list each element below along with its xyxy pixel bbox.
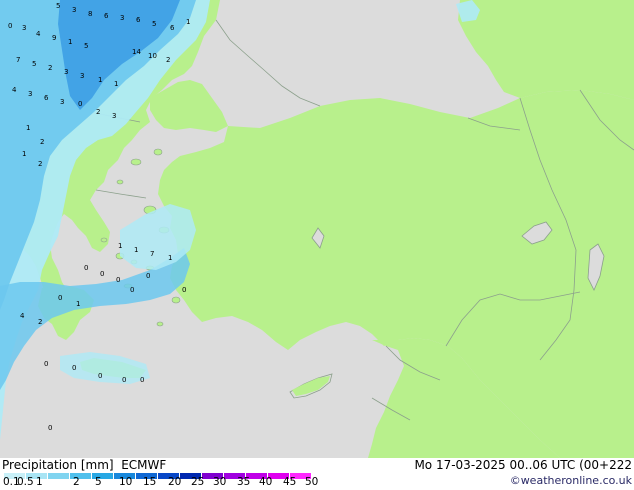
scale-tick-label: 20	[168, 476, 182, 488]
precip-value-label: 9	[52, 34, 56, 42]
precip-value-label: 0	[116, 276, 120, 284]
precip-value-label: 2	[48, 64, 52, 72]
precip-value-label: 3	[60, 98, 64, 106]
precip-value-label: 0	[78, 100, 82, 108]
weather-map-figure: 5 3 8 6 3 6 5 6 1 0 3 4 9 1 5 14 10 2 7 5 2 3 3 1 1 4 3 6 3 0 2 3 1 2 1 2 1 1…	[0, 0, 634, 490]
precip-value-label: 5	[56, 2, 60, 10]
precip-value-label: 0	[48, 424, 52, 432]
precip-value-label: 4	[20, 312, 25, 320]
scale-tick-label: 40	[259, 476, 273, 488]
precip-value-label: 5	[84, 42, 88, 50]
map-footer: Precipitation [mm] ECMWF Mo 17-03-2025 0…	[0, 458, 634, 490]
precip-value-label: 2	[96, 108, 100, 116]
scale-tick-label: 5	[95, 476, 102, 488]
precip-value-label: 0	[100, 270, 104, 278]
precip-value-label: 6	[44, 94, 49, 102]
precip-value-label: 2	[40, 138, 44, 146]
precip-value-label: 3	[112, 112, 116, 120]
precip-value-label: 3	[80, 72, 84, 80]
scale-tick-label: 45	[283, 476, 297, 488]
valid-time: Mo 17-03-2025 00..06 UTC (00+222	[414, 458, 632, 472]
scale-tick-label: 25	[191, 476, 205, 488]
precip-value-label: 1	[168, 254, 172, 262]
scale-tick-label: 30	[213, 476, 227, 488]
precipitation-map: 5 3 8 6 3 6 5 610 34 9 1 514 10 27 5 2 3 3 1 14 3 6 3 02 312121 1…	[0, 0, 634, 458]
scale-tick-label: 35	[237, 476, 251, 488]
precip-value-label: 0	[44, 360, 48, 368]
model-name: ECMWF	[121, 458, 167, 472]
precip-value-label: 3	[22, 24, 26, 32]
scale-tick-label: 0.5	[17, 476, 34, 488]
precip-value-label: 1	[26, 124, 30, 132]
precip-value-label: 1	[134, 246, 138, 254]
precip-value-label: 5	[32, 60, 36, 68]
precip-value-label: 1	[68, 38, 72, 46]
precip-value-label: 7	[16, 56, 20, 64]
precip-value-label: 6	[170, 24, 175, 32]
precip-value-label: 1	[118, 242, 122, 250]
scale-tick-label: 10	[119, 476, 133, 488]
precip-value-label: 2	[38, 160, 42, 168]
precip-value-label: 14	[132, 48, 141, 56]
title-text: Precipitation [mm]	[2, 458, 114, 472]
precip-value-label: 6	[136, 16, 141, 24]
precip-value-label: 2	[38, 318, 42, 326]
precip-value-label: 1	[98, 76, 102, 84]
precip-value-label: 1	[76, 300, 80, 308]
precip-value-label: 0	[140, 376, 144, 384]
precip-value-label: 8	[88, 10, 92, 18]
precip-value-label: 10	[148, 52, 157, 60]
precip-value-label: 0	[182, 286, 186, 294]
precip-value-label: 0	[58, 294, 62, 302]
precip-value-label: 1	[114, 80, 118, 88]
scale-tick-label: 2	[73, 476, 80, 488]
precip-value-label: 4	[12, 86, 17, 94]
precip-value-label: 1	[186, 18, 190, 26]
scale-tick-label: 1	[36, 476, 43, 488]
credit-link[interactable]: ©weatheronline.co.uk	[510, 474, 632, 488]
precip-value-label: 2	[166, 56, 170, 64]
scale-tick-label: 15	[143, 476, 157, 488]
precip-value-label: 0	[72, 364, 76, 372]
precip-value-label: 0	[146, 272, 150, 280]
scale-tick-label: 50	[305, 476, 319, 488]
precip-value-label: 7	[150, 250, 154, 258]
precip-value-label: 0	[130, 286, 134, 294]
precip-value-label: 5	[152, 20, 156, 28]
precip-value-label: 0	[84, 264, 88, 272]
precip-value-label: 0	[8, 22, 12, 30]
precip-value-label: 3	[72, 6, 76, 14]
scale-ticks: 0.1 0.5 1 2 5 10 15 20 25 30 35 40 45 50	[0, 476, 330, 490]
precip-value-label: 6	[104, 12, 109, 20]
precip-value-label: 3	[64, 68, 68, 76]
precip-value-label: 3	[120, 14, 124, 22]
precip-value-label: 3	[28, 90, 32, 98]
precip-value-label: 0	[98, 372, 102, 380]
map-title: Precipitation [mm] ECMWF	[2, 458, 166, 472]
precip-value-label: 4	[36, 30, 41, 38]
precip-value-label: 0	[122, 376, 126, 384]
precip-value-label: 1	[22, 150, 26, 158]
